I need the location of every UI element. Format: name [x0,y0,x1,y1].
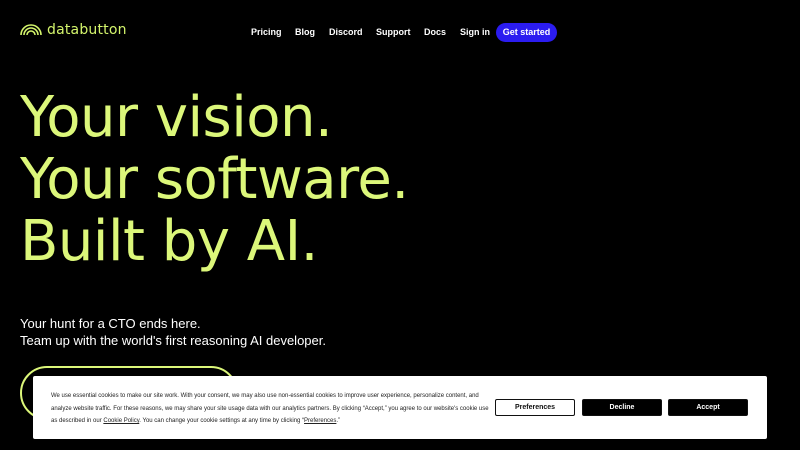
get-started-button[interactable]: Get started [496,23,557,42]
hero-headline-line-1: Your vision. [20,85,333,150]
cookie-banner: We use essential cookies to make our sit… [33,376,767,439]
hero-subtitle-line-1: Your hunt for a CTO ends here. [20,316,201,331]
accept-button[interactable]: Accept [668,399,748,416]
logo-text: databutton [47,22,127,38]
nav-sign-in[interactable]: Sign in [460,22,490,42]
nav-discord[interactable]: Discord [329,22,363,42]
hero-subtitle-line-2: Team up with the world's first reasoning… [20,333,326,348]
rainbow-arches-icon [20,24,42,36]
nav-blog[interactable]: Blog [295,22,315,42]
cookie-notice-text: We use essential cookies to make our sit… [51,390,491,428]
hero-headline-line-2: Your software. [20,147,409,212]
logo[interactable]: databutton [20,22,127,38]
preferences-link[interactable]: Preferences [304,418,336,424]
nav-pricing[interactable]: Pricing [251,22,282,42]
nav-docs[interactable]: Docs [424,22,446,42]
cookie-policy-link[interactable]: Cookie Policy [103,418,139,424]
hero-headline-line-3: Built by AI. [20,209,318,274]
cookie-text-part-2: . You can change your cookie settings at… [139,418,305,424]
preferences-button[interactable]: Preferences [495,399,575,416]
decline-button[interactable]: Decline [582,399,662,416]
nav-support[interactable]: Support [376,22,411,42]
cookie-text-part-3: .” [336,418,341,424]
